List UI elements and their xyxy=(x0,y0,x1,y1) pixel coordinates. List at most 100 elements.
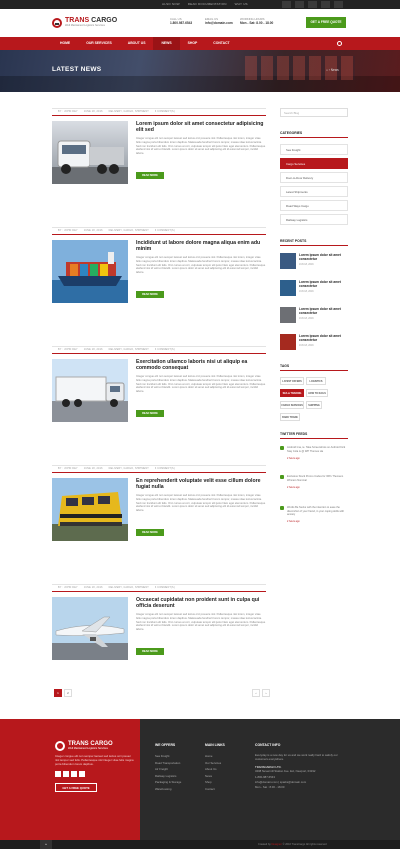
recent-post-image[interactable] xyxy=(280,334,296,350)
footer-quote-button[interactable]: GET A FREE QUOTE xyxy=(55,783,97,792)
recent-post-image[interactable] xyxy=(280,307,296,323)
post-meta-item[interactable]: JUNE 18, 2016 xyxy=(84,109,103,114)
tag-item[interactable]: HOW TO RAILS xyxy=(306,389,328,397)
read-more-button[interactable]: READ MORE xyxy=(136,648,164,655)
post-thumbnail-plane[interactable] xyxy=(52,597,128,660)
topbar-link-also-now[interactable]: ALSO NOW xyxy=(162,2,180,6)
recent-post[interactable]: Lorem ipsum dolor sit amet consectetur JU… xyxy=(280,253,348,273)
copyright-text: © 2016 TransCargo All rights reserved xyxy=(282,843,327,846)
nav-item-contact[interactable]: CONTACT xyxy=(205,37,237,50)
next-page-icon[interactable]: › xyxy=(262,689,270,697)
linkedin-icon[interactable] xyxy=(321,1,330,8)
email-value[interactable]: info@domain.com xyxy=(205,21,233,25)
page-1-button[interactable]: 1 xyxy=(54,689,62,697)
recent-post-title[interactable]: Lorem ipsum dolor sit amet consectetur xyxy=(299,334,349,342)
nav-item-about[interactable]: ABOUT US xyxy=(120,37,154,50)
post-title[interactable]: Occaecat cupidatat non proident sunt in … xyxy=(136,597,264,609)
recent-post[interactable]: Lorem ipsum dolor sit amet consectetur JU… xyxy=(280,280,348,300)
category-item[interactable]: Latest Shipments xyxy=(280,186,348,197)
category-item[interactable]: Road Ways Cargo xyxy=(280,200,348,211)
post-meta-item[interactable]: JUNE 18, 2016 xyxy=(84,228,103,233)
recent-post-image[interactable] xyxy=(280,280,296,296)
twitter-icon[interactable] xyxy=(295,1,304,8)
recent-post-title[interactable]: Lorem ipsum dolor sit amet consectetur xyxy=(299,280,349,288)
footer-facebook-icon[interactable] xyxy=(55,771,61,777)
post-meta-item[interactable]: 3 COMMENT(S) xyxy=(155,228,175,233)
post-meta-item[interactable]: JUNE 18, 2016 xyxy=(84,466,103,471)
prev-page-icon[interactable]: ‹ xyxy=(252,689,260,697)
post-meta-item[interactable]: DELIVERY, CARGO, SHIPMENT xyxy=(109,585,149,590)
topbar-link-documentation[interactable]: READ DOCUMENTATION xyxy=(188,2,227,6)
google-plus-icon[interactable] xyxy=(308,1,317,8)
footer-main-link[interactable]: Contact xyxy=(205,786,225,793)
post-meta-item[interactable]: DELIVERY, CARGO, SHIPMENT xyxy=(109,228,149,233)
nav-item-services[interactable]: OUR SERVICES xyxy=(78,37,120,50)
links-heading: MAIN LINKS xyxy=(205,743,225,747)
tag-item[interactable]: BANK TRADE xyxy=(280,413,300,421)
tag-item[interactable]: SHIPPING xyxy=(306,401,322,409)
post-meta-item[interactable]: DELIVERY, CARGO, SHIPMENT xyxy=(109,347,149,352)
post-thumbnail-train[interactable] xyxy=(52,478,128,541)
post-meta-item[interactable]: 3 COMMENT(S) xyxy=(155,585,175,590)
nav-item-shop[interactable]: SHOP xyxy=(180,37,206,50)
category-item[interactable]: Door-to-Door Delivery xyxy=(280,172,348,183)
facebook-icon[interactable] xyxy=(282,1,291,8)
post-title[interactable]: Lorem ipsum dolor sit amet consectetur a… xyxy=(136,121,264,133)
post-meta-item[interactable]: 3 COMMENT(S) xyxy=(155,109,175,114)
post-meta: BY : JOHN DEY JUNE 18, 2016 DELIVERY, CARG… xyxy=(52,227,266,233)
breadcrumb[interactable]: ⌂ › News xyxy=(326,68,339,72)
site-logo[interactable]: TRANS CARGO Well Maintained Logistics Se… xyxy=(52,17,117,28)
search-icon[interactable] xyxy=(337,41,342,46)
tweet-time[interactable]: 2 hours ago xyxy=(287,486,300,489)
copyright-designer[interactable]: Designer xyxy=(271,843,281,846)
read-more-button[interactable]: READ MORE xyxy=(136,529,164,536)
read-more-button[interactable]: READ MORE xyxy=(136,410,164,417)
post-meta-item: BY : JOHN DEY xyxy=(58,348,78,351)
post-meta-item[interactable]: JUNE 18, 2016 xyxy=(84,585,103,590)
blog-search-input[interactable]: Search Blog xyxy=(280,108,348,117)
tag-item[interactable]: LATEST OFFERS xyxy=(280,377,304,385)
footer-google-icon[interactable] xyxy=(71,771,77,777)
page-2-button[interactable]: 2 xyxy=(64,689,72,697)
recent-post-image[interactable] xyxy=(280,253,296,269)
scroll-top-icon[interactable]: ^ xyxy=(40,840,52,849)
nav-item-news[interactable]: NEWS xyxy=(153,37,180,50)
post-thumbnail-ship[interactable] xyxy=(52,240,128,303)
post-thumbnail-truck[interactable] xyxy=(52,121,128,184)
post-meta: BY : JOHN DEY JUNE 18, 2016 DELIVERY, CARG… xyxy=(52,346,266,352)
tweet-time[interactable]: 2 hours ago xyxy=(287,457,300,460)
post-title[interactable]: Exercitation ullamco laboris nisi ut ali… xyxy=(136,359,264,371)
post-title[interactable]: Incididunt ut labore dolore magna aliqua… xyxy=(136,240,264,252)
post-meta-item[interactable]: DELIVERY, CARGO, SHIPMENT xyxy=(109,466,149,471)
footer-offer-link[interactable]: Warehousing xyxy=(155,786,181,793)
recent-post-title[interactable]: Lorem ipsum dolor sit amet consectetur xyxy=(299,253,349,261)
post-meta-item[interactable]: 3 COMMENT(S) xyxy=(155,347,175,352)
footer-offer-link[interactable]: Packaging & Storage xyxy=(155,779,181,786)
hours-value: Mon - Sat: 8.00 - 18.00 xyxy=(240,21,274,25)
youtube-icon[interactable] xyxy=(334,1,343,8)
footer-linkedin-icon[interactable] xyxy=(79,771,85,777)
footer-twitter-icon[interactable] xyxy=(63,771,69,777)
recent-post-title[interactable]: Lorem ipsum dolor sit amet consectetur xyxy=(299,307,349,315)
call-value[interactable]: 1.800.987.6543 xyxy=(170,21,192,25)
tag-item[interactable]: SEA & TRADING xyxy=(280,389,304,397)
footer-logo[interactable]: TRANS CARGO Well Maintained Logistics Ser… xyxy=(55,741,113,751)
nav-item-home[interactable]: HOME xyxy=(52,37,78,50)
post-thumbnail-lorry[interactable] xyxy=(52,359,128,422)
get-quote-button[interactable]: GET A FREE QUOTE xyxy=(306,17,346,28)
read-more-button[interactable]: READ MORE xyxy=(136,172,164,179)
post-meta-item[interactable]: DELIVERY, CARGO, SHIPMENT xyxy=(109,109,149,114)
category-item[interactable]: Cargo Services xyxy=(280,158,348,169)
recent-post[interactable]: Lorem ipsum dolor sit amet consectetur JU… xyxy=(280,307,348,327)
tag-item[interactable]: LOGISTICS xyxy=(306,377,326,385)
recent-post[interactable]: Lorem ipsum dolor sit amet consectetur JU… xyxy=(280,334,348,354)
read-more-button[interactable]: READ MORE xyxy=(136,291,164,298)
post-meta-item[interactable]: 3 COMMENT(S) xyxy=(155,466,175,471)
topbar-link-why-us[interactable]: WHY US xyxy=(235,2,248,6)
post-title[interactable]: En reprehenderit voluptate velit esse ci… xyxy=(136,478,264,490)
tweet-time[interactable]: 2 hours ago xyxy=(287,520,300,523)
post-meta-item[interactable]: JUNE 18, 2016 xyxy=(84,347,103,352)
category-item[interactable]: Sea Freight xyxy=(280,144,348,155)
category-item[interactable]: Railway Logistics xyxy=(280,214,348,225)
tag-item[interactable]: CARGO SERVICES xyxy=(280,401,304,409)
